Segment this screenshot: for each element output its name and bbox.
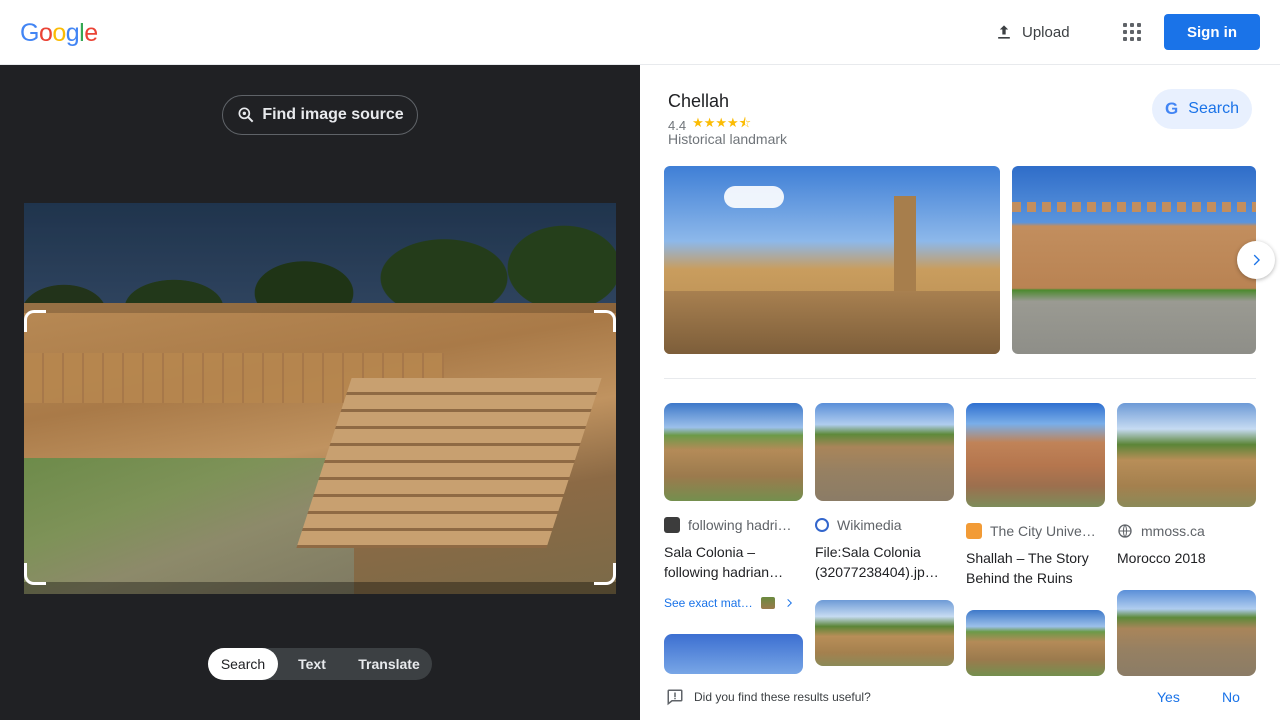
logo-letter: o <box>38 19 53 47</box>
chevron-right-icon <box>1253 254 1260 266</box>
entity-image-1[interactable] <box>664 166 1000 354</box>
upload-label: Upload <box>1022 23 1070 41</box>
favicon-icon <box>664 517 680 533</box>
result-source: Wikimedia <box>815 516 954 534</box>
image-tower <box>894 196 916 296</box>
image-crenellation <box>1012 202 1256 212</box>
google-g-icon: G <box>1165 99 1179 118</box>
find-image-source-button[interactable]: Find image source <box>222 95 418 135</box>
result-source-name: following hadri… <box>688 517 792 533</box>
lens-search-icon <box>238 107 254 123</box>
mode-translate-tab[interactable]: Translate <box>346 648 432 680</box>
entity-image-2[interactable] <box>1012 166 1256 354</box>
result-thumbnail[interactable] <box>966 403 1105 507</box>
uploaded-image <box>24 203 616 594</box>
favicon-icon <box>966 523 982 539</box>
upload-icon <box>998 25 1010 39</box>
apps-button[interactable] <box>1116 16 1148 48</box>
result-title[interactable]: Sala Colonia – following hadrian… <box>664 542 803 582</box>
wikimedia-icon <box>815 518 829 532</box>
logo-letter: o <box>52 19 66 47</box>
entity-search-label: Search <box>1188 100 1239 117</box>
crop-handle-top-right[interactable] <box>594 310 616 332</box>
image-panel: Find image source Search Text Translate <box>0 65 640 720</box>
image-dim-bottom <box>24 582 616 594</box>
result-thumbnail[interactable] <box>664 403 803 501</box>
mode-search-tab[interactable]: Search <box>208 648 278 680</box>
result-thumbnail[interactable] <box>1117 590 1256 676</box>
crop-handle-bottom-left[interactable] <box>24 563 46 585</box>
entity-type: Historical landmark <box>668 131 788 147</box>
result-thumbnail[interactable] <box>815 403 954 501</box>
result-source: following hadri… <box>664 516 803 534</box>
result-thumbnail[interactable] <box>664 634 803 674</box>
result-thumbnail[interactable] <box>966 610 1105 676</box>
logo-letter: e <box>84 19 98 47</box>
image-dim-top <box>24 203 616 313</box>
image-ruins <box>664 291 1000 354</box>
section-divider <box>664 378 1256 379</box>
result-card[interactable]: Wikimedia File:Sala Colonia (32077238404… <box>815 403 954 666</box>
feedback-yes-button[interactable]: Yes <box>1157 689 1180 705</box>
chevron-right-icon <box>787 599 792 607</box>
mode-text-tab[interactable]: Text <box>278 648 346 680</box>
result-source-name: mmoss.ca <box>1141 523 1205 539</box>
feedback-question: Did you find these results useful? <box>694 690 871 704</box>
see-exact-matches-label: See exact mat… <box>664 596 753 610</box>
globe-icon <box>1118 524 1132 538</box>
result-source: The City Unive… <box>966 522 1105 540</box>
see-exact-matches-link[interactable]: See exact mat… <box>664 596 803 610</box>
header: Google Upload Sign in <box>0 0 1280 65</box>
logo-letter: g <box>65 19 80 47</box>
result-source-name: The City Unive… <box>990 523 1096 539</box>
mode-switcher: Search Text Translate <box>208 648 432 680</box>
feedback-no-button[interactable]: No <box>1222 689 1240 705</box>
exact-match-thumbnail <box>760 597 775 609</box>
result-card[interactable]: mmoss.ca Morocco 2018 <box>1117 403 1256 676</box>
find-image-source-label: Find image source <box>262 106 404 123</box>
result-source-name: Wikimedia <box>837 517 902 533</box>
result-source: mmoss.ca <box>1117 522 1256 540</box>
next-images-button[interactable] <box>1237 241 1275 279</box>
feedback-bar: Did you find these results useful? Yes N… <box>640 676 1280 720</box>
sign-in-button[interactable]: Sign in <box>1164 14 1260 50</box>
result-title[interactable]: Morocco 2018 <box>1117 548 1256 568</box>
apps-grid-icon <box>1123 23 1141 41</box>
result-card[interactable]: following hadri… Sala Colonia – followin… <box>664 403 803 674</box>
google-logo[interactable]: Google <box>20 18 98 48</box>
result-thumbnail[interactable] <box>1117 403 1256 507</box>
logo-letter: G <box>20 19 39 47</box>
crop-handle-bottom-right[interactable] <box>594 563 616 585</box>
entity-title[interactable]: Chellah <box>668 91 729 112</box>
image-cloud <box>724 186 784 208</box>
results-panel: Chellah 4.4 ★★★★⯪ Historical landmark G … <box>640 65 1280 720</box>
result-thumbnail[interactable] <box>815 600 954 666</box>
feedback-icon <box>667 689 683 706</box>
result-title[interactable]: File:Sala Colonia (32077238404).jp… <box>815 542 954 582</box>
upload-button[interactable]: Upload <box>986 14 1078 50</box>
result-title[interactable]: Shallah – The Story Behind the Ruins <box>966 548 1105 588</box>
crop-handle-top-left[interactable] <box>24 310 46 332</box>
result-card[interactable]: The City Unive… Shallah – The Story Behi… <box>966 403 1105 676</box>
entity-search-button[interactable]: G Search <box>1152 89 1252 129</box>
